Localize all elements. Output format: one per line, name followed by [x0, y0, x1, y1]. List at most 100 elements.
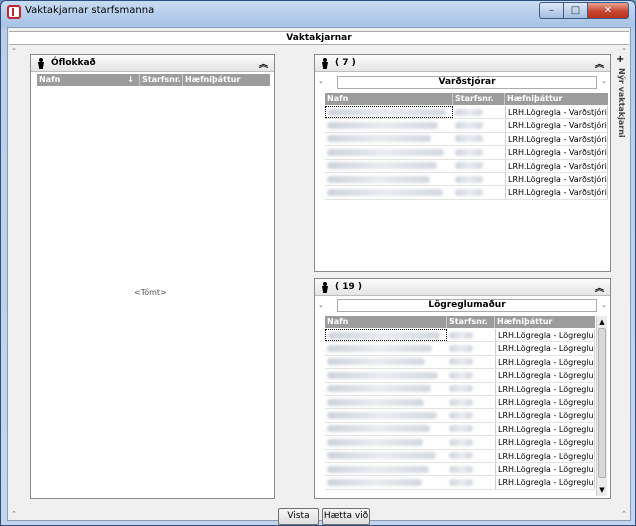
column-header-name[interactable]: Nafn ↓	[37, 74, 140, 86]
employee-no-cell-redacted	[447, 383, 495, 395]
column-header-skill[interactable]: Hæfniþáttur	[505, 93, 608, 105]
table-row[interactable]: LRH.Lögregla - Lögreglumä	[325, 382, 595, 396]
table-row[interactable]: LRH.Lögregla - Lögreglumä	[325, 422, 595, 437]
table-row[interactable]: LRH.Lögregla - Varðstjóri/ra	[325, 106, 608, 120]
vertical-scrollbar[interactable]: ▲ ▼	[596, 316, 607, 496]
redacted-text	[327, 465, 429, 473]
table-row[interactable]: LRH.Lögregla - Lögreglumä	[325, 476, 595, 490]
table-row[interactable]: LRH.Lögregla - Lögreglumä	[325, 436, 595, 450]
group-panel-header[interactable]: ( 19 ) ︽	[315, 279, 610, 296]
employee-no-cell-redacted	[447, 342, 495, 354]
employee-no-cell-redacted	[447, 409, 495, 421]
close-button[interactable]: ✕	[587, 2, 629, 19]
skill-cell: LRH.Lögregla - Varðstjóri/ra	[505, 146, 608, 159]
column-header-skill[interactable]: Hæfniþáttur	[495, 316, 595, 328]
resize-handle-icon[interactable]: ⌄	[318, 301, 324, 309]
save-button[interactable]: Vista	[278, 508, 319, 525]
table-row[interactable]: LRH.Lögregla - Varðstjóri/ra	[325, 132, 608, 147]
skill-cell: LRH.Lögregla - Lögreglumä	[495, 436, 595, 449]
column-header-name[interactable]: Nafn	[325, 316, 447, 328]
group-grid-header: Nafn Starfsnr. Hæfniþáttur	[325, 93, 608, 105]
skill-cell: LRH.Lögregla - Lögreglumä	[495, 342, 595, 355]
column-header-employee-no[interactable]: Starfsnr.	[140, 74, 183, 86]
employee-no-cell-redacted	[447, 356, 495, 368]
redacted-text	[449, 371, 473, 379]
resize-handle-icon[interactable]: ⌄	[621, 44, 627, 52]
name-cell-redacted	[325, 186, 453, 198]
cancel-button[interactable]: Hætta við	[322, 508, 370, 525]
new-group-tab[interactable]: + Nýr vaktakjarni	[614, 54, 626, 164]
name-cell-redacted	[325, 369, 447, 381]
column-header-employee-no[interactable]: Starfsnr.	[447, 316, 495, 328]
redacted-text	[327, 148, 444, 156]
resize-handle-icon[interactable]: ⌄	[318, 77, 324, 85]
redacted-text	[327, 175, 430, 183]
table-row[interactable]: LRH.Lögregla - Lögreglumä	[325, 342, 595, 356]
employee-no-cell-redacted	[453, 133, 505, 145]
skill-cell: LRH.Lögregla - Lögreglumä	[495, 329, 595, 342]
group-name[interactable]: Lögreglumaður	[337, 299, 597, 312]
name-cell-redacted	[325, 342, 447, 354]
column-header-skill[interactable]: Hæfniþáttur	[183, 74, 270, 86]
collapse-icon[interactable]: ︽	[595, 281, 604, 294]
redacted-text	[327, 345, 432, 353]
group-member-count: ( 19 )	[335, 282, 363, 292]
person-icon	[37, 58, 45, 69]
title-bar[interactable]: Vaktakjarnar starfsmanna – □ ✕	[1, 1, 635, 23]
table-row[interactable]: LRH.Lögregla - Lögreglumä	[325, 395, 595, 410]
table-row[interactable]: LRH.Lögregla - Lögreglumä	[325, 409, 595, 423]
redacted-text	[455, 189, 483, 197]
employee-no-cell-redacted	[453, 119, 505, 131]
employee-no-cell-redacted	[453, 146, 505, 158]
table-row[interactable]: LRH.Lögregla - Lögreglumä	[325, 369, 595, 383]
resize-handle-icon[interactable]: ⌃	[11, 510, 17, 518]
table-row[interactable]: LRH.Lögregla - Varðstjóri/ra	[325, 146, 608, 160]
maximize-button[interactable]: □	[563, 2, 587, 19]
group-member-list: LRH.Lögregla - Varðstjóri/ra LRH.Lögregla…	[325, 106, 608, 200]
table-row[interactable]: LRH.Lögregla - Lögreglumä	[325, 449, 595, 463]
column-header-name[interactable]: Nafn	[325, 93, 453, 105]
skill-cell: LRH.Lögregla - Lögreglumä	[495, 355, 595, 369]
resize-handle-icon[interactable]: ⌄	[601, 301, 607, 309]
collapse-icon[interactable]: ︽	[259, 57, 268, 70]
table-row[interactable]: LRH.Lögregla - Varðstjóri/ra	[325, 186, 608, 200]
redacted-text	[449, 465, 473, 473]
group-panel-vardstjorar: ( 7 ) ︽ ⌄ ⌄ Varðstjórar Nafn Starfsnr. H…	[314, 54, 611, 272]
resize-handle-icon[interactable]: ⌄	[11, 44, 17, 52]
page-title: Vaktakjarnar	[286, 33, 352, 43]
name-cell-redacted	[325, 119, 453, 131]
scroll-up-icon[interactable]: ▲	[597, 317, 607, 327]
employee-no-cell-redacted	[453, 173, 505, 185]
name-cell-redacted	[325, 329, 447, 342]
table-row[interactable]: LRH.Lögregla - Lögreglumä	[325, 462, 595, 477]
table-row[interactable]: LRH.Lögregla - Varðstjóri/ra	[325, 159, 608, 173]
table-row[interactable]: LRH.Lögregla - Lögreglumä	[325, 355, 595, 370]
group-panel-logreglumadur: ( 19 ) ︽ ⌄ ⌄ Lögreglumaður Nafn Starfsnr…	[314, 278, 611, 499]
scroll-down-icon[interactable]: ▼	[597, 485, 607, 495]
scroll-thumb[interactable]	[598, 328, 606, 478]
column-header-employee-no[interactable]: Starfsnr.	[453, 93, 505, 105]
new-group-label[interactable]: Nýr vaktakjarni	[617, 68, 626, 138]
resize-handle-icon[interactable]: ⌃	[621, 510, 627, 518]
redacted-text	[327, 135, 431, 143]
skill-cell: LRH.Lögregla - Lögreglumä	[495, 422, 595, 436]
group-panel-header[interactable]: ( 7 ) ︽	[315, 55, 610, 72]
unassigned-panel-header[interactable]: Óflokkað ︽	[31, 55, 274, 72]
table-row[interactable]: LRH.Lögregla - Varðstjóri/ra	[325, 172, 608, 187]
skill-cell: LRH.Lögregla - Lögreglumä	[495, 449, 595, 462]
table-row[interactable]: LRH.Lögregla - Lögreglumä	[325, 329, 595, 343]
plus-icon[interactable]: +	[616, 54, 624, 65]
table-row[interactable]: LRH.Lögregla - Varðstjóri/ra	[325, 119, 608, 133]
group-name[interactable]: Varðstjórar	[337, 76, 597, 89]
resize-handle-icon[interactable]: ⌄	[601, 77, 607, 85]
collapse-icon[interactable]: ︽	[595, 57, 604, 70]
employee-no-cell-redacted	[447, 329, 495, 341]
name-cell-redacted	[325, 423, 447, 435]
minimize-button[interactable]: –	[539, 2, 563, 19]
redacted-text	[449, 412, 473, 420]
redacted-text	[327, 189, 443, 197]
redacted-text	[455, 162, 483, 170]
header-bar: Vaktakjarnar	[9, 31, 629, 45]
unassigned-panel: Óflokkað ︽ Nafn ↓ Starfsnr. Hæfniþáttur <…	[30, 54, 275, 499]
redacted-text	[327, 412, 437, 420]
